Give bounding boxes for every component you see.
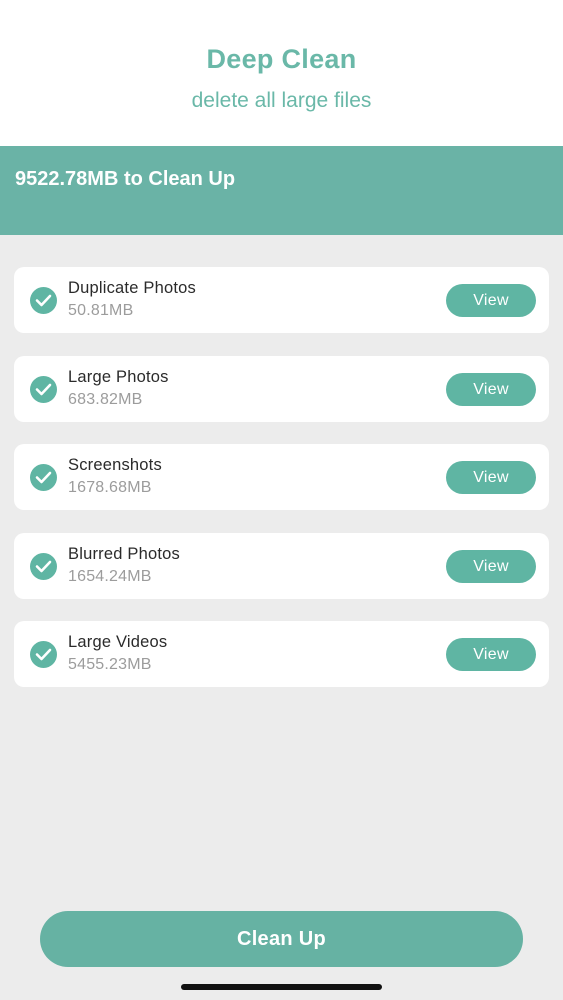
check-circle-icon[interactable]: [30, 641, 57, 668]
list-item-large-photos[interactable]: Large Photos 683.82MB View: [14, 355, 549, 422]
clean-up-button[interactable]: Clean Up: [40, 911, 523, 967]
item-name: Duplicate Photos: [68, 279, 196, 297]
check-circle-icon[interactable]: [30, 287, 57, 314]
header: Deep Clean delete all large files: [0, 0, 563, 146]
check-circle-icon[interactable]: [30, 552, 57, 580]
list-item-duplicate-photos[interactable]: Duplicate Photos 50.81MB View: [14, 267, 549, 333]
category-list: Duplicate Photos 50.81MB View Large Phot…: [14, 267, 549, 710]
view-button[interactable]: View: [446, 549, 536, 583]
item-size: 1678.68MB: [68, 479, 152, 496]
item-size: 683.82MB: [68, 390, 143, 408]
summary-text: 9522.78MB to Clean Up: [15, 168, 236, 190]
check-circle-icon[interactable]: [30, 375, 57, 403]
check-circle-icon[interactable]: [30, 464, 57, 491]
page-subtitle: delete all large files: [191, 89, 372, 112]
list-item-screenshots[interactable]: Screenshots 1678.68MB View: [14, 444, 549, 510]
page-title: Deep Clean: [206, 44, 357, 74]
view-button[interactable]: View: [446, 638, 536, 671]
item-name: Blurred Photos: [68, 544, 180, 563]
view-button[interactable]: View: [446, 284, 536, 317]
list-item-blurred-photos[interactable]: Blurred Photos 1654.24MB View: [14, 532, 549, 599]
item-size: 50.81MB: [68, 302, 134, 319]
view-button[interactable]: View: [446, 372, 536, 406]
item-size: 1654.24MB: [68, 567, 152, 585]
item-name: Large Videos: [68, 633, 168, 651]
view-button[interactable]: View: [446, 461, 536, 494]
list-item-large-videos[interactable]: Large Videos 5455.23MB View: [14, 621, 549, 687]
item-name: Screenshots: [68, 456, 162, 474]
item-name: Large Photos: [68, 367, 169, 386]
item-size: 5455.23MB: [68, 656, 152, 673]
home-indicator[interactable]: [181, 984, 382, 990]
